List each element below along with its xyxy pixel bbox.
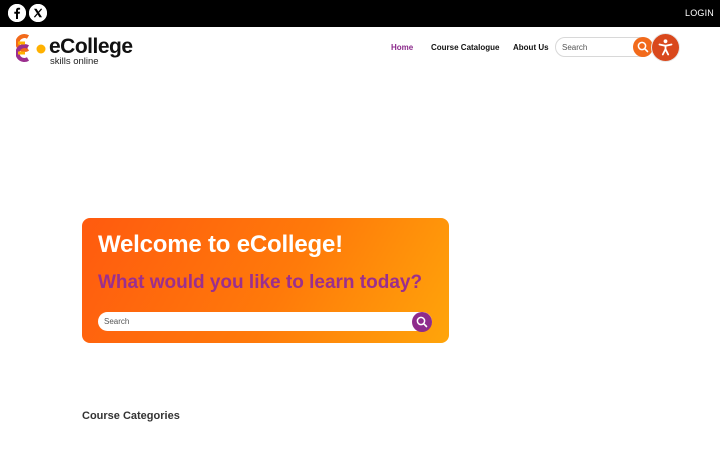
- x-icon[interactable]: [29, 4, 47, 22]
- logo-mark-icon: [16, 34, 46, 62]
- accessibility-icon: [658, 39, 673, 56]
- search-icon: [637, 41, 649, 53]
- header-search-button[interactable]: [633, 37, 653, 57]
- site-header: eCollege skills online Home Course Catal…: [0, 27, 720, 69]
- hero-search-box: [98, 312, 432, 331]
- hero-banner: Welcome to eCollege! What would you like…: [82, 218, 449, 343]
- top-bar: LOGIN: [0, 0, 720, 27]
- logo-subtitle: skills online: [50, 56, 99, 67]
- course-categories-heading: Course Categories: [82, 410, 180, 422]
- login-link[interactable]: LOGIN: [685, 8, 714, 18]
- hero-search-input[interactable]: [104, 315, 404, 328]
- hero-search-button[interactable]: [412, 312, 432, 332]
- nav-course-catalogue[interactable]: Course Catalogue: [431, 43, 499, 52]
- ecollege-logo[interactable]: eCollege skills online: [16, 32, 136, 66]
- nav-home[interactable]: Home: [391, 43, 413, 52]
- nav-about-us[interactable]: About Us: [513, 43, 549, 52]
- logo-title: eCollege: [49, 35, 133, 58]
- hero-subtitle: What would you like to learn today?: [98, 272, 423, 293]
- facebook-icon[interactable]: [8, 4, 26, 22]
- header-search-input[interactable]: [562, 41, 630, 54]
- hero-title: Welcome to eCollege!: [98, 231, 343, 258]
- accessibility-button[interactable]: [652, 34, 679, 61]
- search-icon: [416, 316, 428, 328]
